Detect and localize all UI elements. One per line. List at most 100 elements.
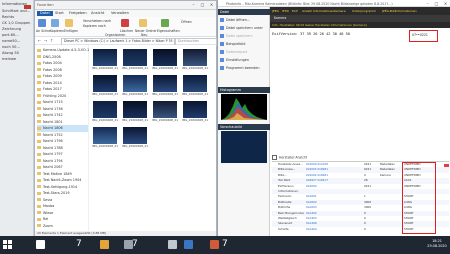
thumbnail-label: IMG_20200408_215902 (152, 67, 178, 70)
tab-freigeben[interactable]: Freigeben (69, 11, 87, 16)
tab-ansicht[interactable]: Ansicht (91, 11, 104, 16)
pin-label: An Schnellzugriff anheften (36, 29, 50, 33)
maximize-icon[interactable]: □ (198, 1, 207, 8)
image-thumbnail[interactable] (123, 127, 147, 144)
image-thumbnail[interactable] (93, 49, 117, 66)
image-thumbnail[interactable] (153, 101, 177, 118)
image-thumbnail[interactable] (153, 75, 177, 92)
taskbar-clock[interactable]: 18:21 29.08.2020 (424, 239, 450, 249)
thumbnail-label: IMG_20200408_215927 (182, 93, 208, 96)
menu-item-label: Datei öffnen... (226, 18, 251, 22)
folder-icon (37, 100, 41, 104)
address-bar-row: ← → ↑ Dieser PC > Windows (C:) > Laufwer… (35, 37, 217, 46)
nav-item[interactable]: Zoom (37, 223, 88, 230)
folder-icon (37, 94, 41, 97)
taskbar-app-icon[interactable] (184, 240, 193, 249)
menu-item-label: Einstellungen (226, 58, 249, 62)
nav-item-label: Nacht 1742 (43, 113, 63, 117)
clock-date: 29.08.2020 (427, 244, 447, 248)
new-folder-icon[interactable] (139, 19, 147, 27)
tab-start[interactable]: Start (55, 11, 64, 16)
maximize-icon[interactable]: □ (432, 0, 441, 7)
nav-item-label: Rel (43, 217, 49, 221)
desktop-text: port-60... (2, 33, 19, 37)
thumbnail-label: IMG_20200408_215940 (122, 145, 148, 148)
desktop-text: Informationen (2, 2, 28, 6)
viewer-tab[interactable]: Anzahl Informationen (302, 9, 334, 14)
folder-icon (37, 191, 41, 195)
properties-icon[interactable] (161, 19, 169, 27)
viewer-tab[interactable]: JPEG (272, 9, 279, 14)
image-thumbnail[interactable] (93, 101, 117, 118)
pin-icon[interactable] (38, 19, 46, 27)
image-thumbnail[interactable] (123, 75, 147, 92)
taskbar-app-icon[interactable] (168, 240, 177, 249)
viewer-tab[interactable]: IFD0 (282, 9, 289, 14)
paste-icon[interactable] (65, 19, 73, 27)
menu-item[interactable]: Datei speichern (220, 33, 268, 39)
thumbnail-label: IMG_20200408_215905 (182, 67, 208, 70)
start-button[interactable] (3, 240, 12, 249)
viewer-tab[interactable]: Exif (292, 9, 298, 14)
image-thumbnail[interactable] (183, 49, 207, 66)
menu-item[interactable]: Einstellungen (220, 57, 268, 63)
menu-item[interactable]: Programm beenden (220, 65, 268, 71)
open-label[interactable]: Öffnen (181, 20, 192, 24)
move-to-label[interactable]: Verschieben nach (83, 19, 111, 23)
viewer-tab[interactable]: Kamera (334, 9, 346, 14)
minimize-icon[interactable]: – (189, 1, 198, 8)
image-thumbnail[interactable] (183, 101, 207, 118)
thumbnail-label: IMG_20200408_215938 (92, 145, 118, 148)
taskbar-app-icon[interactable] (210, 240, 219, 249)
folder-icon (37, 172, 41, 175)
table-cell: Schärfe (278, 226, 289, 231)
file-explorer-icon[interactable] (100, 240, 109, 249)
viewer-title-bar: PhotoInfo – Ritz-Kamera Kameradaten (Bil… (218, 0, 450, 7)
desktop-text: CK 1,0 Gruppen (2, 21, 31, 25)
thumbnail-label: IMG_20200408_215712 (92, 67, 118, 70)
viewer-tab[interactable]: JPEG-Bildinformationen (382, 9, 417, 14)
image-thumbnail[interactable] (93, 75, 117, 92)
nav-item-label: Test-Settigung-1914 (43, 184, 78, 189)
tab-datei[interactable]: Datei (37, 11, 53, 16)
image-thumbnail[interactable] (153, 49, 177, 66)
minimize-icon[interactable]: – (423, 0, 432, 7)
back-icon[interactable]: ← (37, 38, 42, 44)
taskbar-app-seven[interactable]: 7 (132, 239, 138, 250)
forward-icon[interactable]: → (43, 38, 48, 44)
image-thumbnail[interactable] (183, 75, 207, 92)
folder-icon (37, 133, 41, 136)
folder-icon (37, 224, 41, 227)
taskbar-app-seven[interactable]: 7 (76, 239, 82, 250)
desktop-text: Schriftart und... (2, 9, 31, 13)
delete-icon[interactable] (121, 19, 129, 27)
menu-item[interactable]: Datenexport (220, 49, 268, 55)
viewer-tab[interactable]: Unterprogramm (352, 9, 376, 14)
up-icon[interactable]: ↑ (49, 38, 54, 44)
thumbnail-label: IMG_20200408_215914 (122, 93, 148, 96)
checkbox[interactable] (272, 155, 277, 160)
menu-item-label: Programm beenden (226, 66, 260, 70)
close-icon[interactable]: × (441, 0, 450, 7)
value-field[interactable]: 07••0221 (409, 30, 438, 42)
copy-to-label[interactable]: Kopieren nach (83, 24, 106, 28)
image-thumbnail[interactable] (123, 49, 147, 66)
search-icon[interactable] (36, 240, 45, 249)
manufacturer-checkbox-row[interactable]: Hersteller-Ansicht (272, 155, 307, 160)
desktop-text: Rechts (2, 15, 15, 19)
nav-item-label: Fotos 2009 (43, 74, 62, 78)
paste-label: Einfügen (64, 29, 79, 33)
menu-item[interactable]: Datei öffnen... (220, 17, 268, 23)
thumbnail-label: IMG_20200408_215908 (92, 93, 118, 96)
menu-item[interactable]: Datei speichern unter (220, 25, 268, 31)
folder-icon (37, 55, 41, 58)
info-banner: Info: Hersteller: Nicht lesbar Herstelle… (270, 22, 450, 28)
image-thumbnail[interactable] (93, 127, 117, 144)
tab-verwalten[interactable]: Verwalten (111, 11, 129, 16)
copy-icon[interactable] (51, 19, 59, 27)
taskbar-app-seven[interactable]: 7 (222, 239, 228, 250)
menu-item[interactable]: Beispielbild (220, 41, 268, 47)
menu-item-label: Datenexport (226, 50, 248, 54)
image-thumbnail[interactable] (123, 101, 147, 118)
close-icon[interactable]: × (207, 1, 216, 8)
